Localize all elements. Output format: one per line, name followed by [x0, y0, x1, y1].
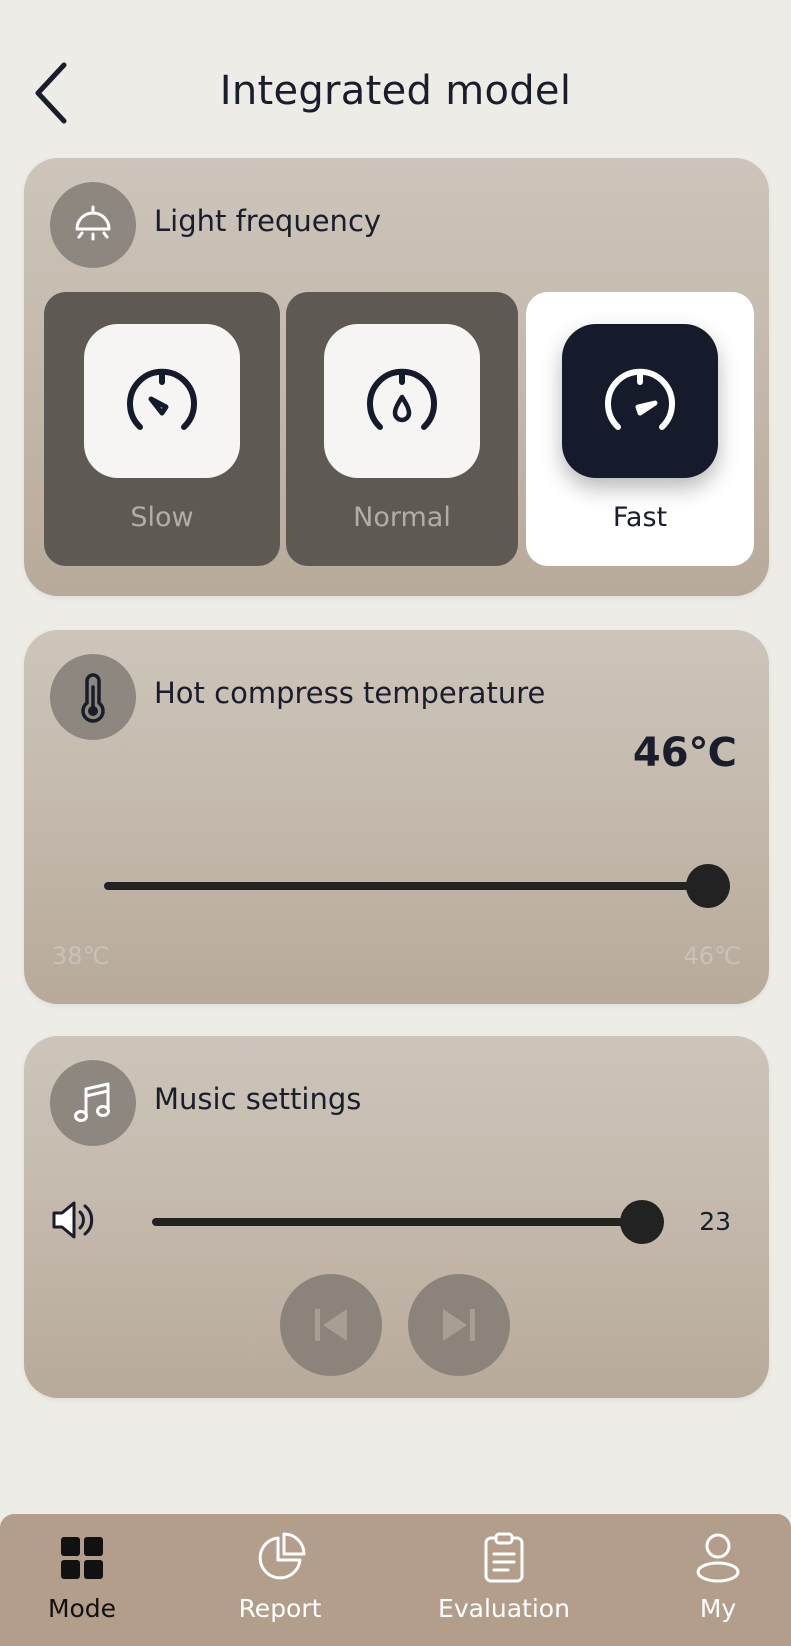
skip-previous-icon [315, 1309, 347, 1341]
nav-label-mode: Mode [47, 1594, 117, 1623]
hot-compress-card: Hot compress temperature 46℃ 38℃ 46℃ [24, 630, 769, 1004]
nav-item-mode[interactable]: Mode [2, 1530, 162, 1640]
volume-value: 23 [699, 1207, 731, 1236]
nav-label-evaluation: Evaluation [438, 1594, 570, 1623]
nav-icon-my-wrap [690, 1530, 746, 1586]
hot-compress-title: Hot compress temperature [154, 676, 546, 710]
light-frequency-options: Slow Normal Fast [44, 292, 754, 566]
page-title: Integrated model [219, 68, 572, 114]
speedometer-fast-icon [605, 368, 675, 430]
nav-icon-evaluation-wrap [476, 1530, 532, 1586]
hot-compress-icon-badge [50, 654, 136, 740]
frequency-tile-fast [562, 324, 718, 478]
skip-next-icon [443, 1309, 475, 1341]
nav-item-report[interactable]: Report [200, 1530, 360, 1640]
speedometer-slow-icon [127, 368, 197, 430]
clipboard-icon [484, 1532, 524, 1583]
light-frequency-title: Light frequency [154, 204, 382, 238]
speedometer-normal-icon [367, 368, 437, 430]
nav-icon-report-wrap [252, 1530, 308, 1586]
frequency-tile-slow [84, 324, 240, 478]
previous-track-button[interactable] [280, 1274, 382, 1376]
temperature-slider-thumb[interactable] [686, 864, 730, 908]
next-track-button[interactable] [408, 1274, 510, 1376]
frequency-option-slow[interactable]: Slow [44, 292, 280, 566]
nav-item-my[interactable]: My [638, 1530, 791, 1640]
temperature-value: 46℃ [632, 730, 737, 776]
light-frequency-icon-badge [50, 182, 136, 268]
volume-slider-thumb[interactable] [620, 1200, 664, 1244]
music-settings-title: Music settings [154, 1082, 362, 1116]
music-note-icon [74, 1082, 110, 1122]
volume-slider-track[interactable] [152, 1218, 642, 1226]
grid-icon [61, 1537, 103, 1579]
nav-icon-mode-wrap [54, 1530, 110, 1586]
frequency-label-slow: Slow [130, 502, 194, 533]
nav-item-evaluation[interactable]: Evaluation [424, 1530, 584, 1640]
nav-label-report: Report [238, 1594, 322, 1623]
nav-label-my: My [699, 1594, 737, 1623]
ceiling-lamp-icon [75, 205, 111, 241]
bottom-navigation: Mode Report Evaluation My [0, 1514, 791, 1646]
music-settings-card: Music settings 23 [24, 1036, 769, 1398]
temperature-slider-track[interactable] [104, 882, 708, 890]
frequency-label-normal: Normal [353, 502, 451, 533]
frequency-tile-normal [324, 324, 480, 478]
temperature-max-label: 46℃ [683, 942, 742, 970]
volume-icon-wrap[interactable] [50, 1198, 98, 1242]
frequency-option-normal[interactable]: Normal [286, 292, 518, 566]
light-frequency-card: Light frequency Slow Normal Fast [24, 158, 769, 596]
frequency-label-fast: Fast [612, 502, 668, 533]
frequency-option-fast[interactable]: Fast [526, 292, 754, 566]
header: Integrated model [0, 40, 791, 150]
app-screen: Integrated model Light frequency Slow No… [0, 0, 791, 1646]
temperature-min-label: 38℃ [52, 942, 110, 970]
music-icon-badge [50, 1060, 136, 1146]
pie-chart-icon [258, 1532, 306, 1580]
volume-icon [52, 1201, 94, 1239]
thermometer-icon [81, 673, 105, 723]
user-icon [696, 1533, 740, 1583]
